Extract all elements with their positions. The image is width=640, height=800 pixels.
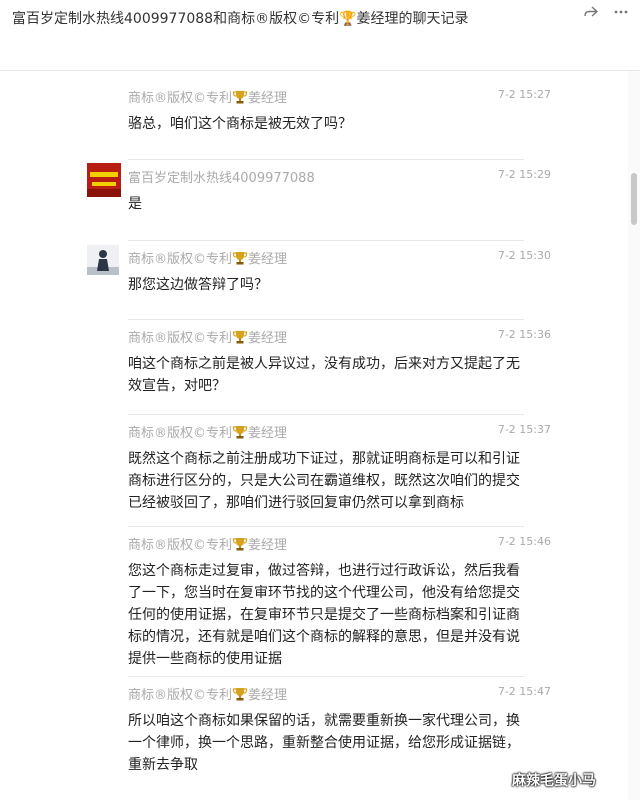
message-divider (128, 240, 524, 241)
message-time: 7-2 15:46 (497, 535, 551, 548)
message-time: 7-2 15:27 (497, 88, 551, 101)
chat-scrollbar[interactable] (628, 71, 640, 800)
window-title: 富百岁定制水热线4009977088和商标®版权©专利🏆姜经理的聊天记录 (12, 11, 469, 27)
trophy-icon (232, 331, 248, 344)
sender-name-suffix: 姜经理 (248, 538, 288, 553)
trophy-icon (232, 252, 248, 265)
sender-name-suffix: 姜经理 (248, 91, 288, 106)
message-text: 那您这边做答辩了吗？ (128, 277, 268, 293)
share-icon[interactable] (582, 4, 600, 22)
trophy-icon (232, 91, 248, 104)
sender-name: 商标®版权©专利 姜经理 (128, 422, 287, 441)
sender-name-suffix: 姜经理 (248, 331, 288, 346)
avatar-customer[interactable] (87, 163, 121, 197)
message-time: 7-2 15:30 (497, 249, 551, 262)
sender-name-suffix: 姜经理 (248, 688, 288, 703)
watermark: 麻辣毛蛋小马 (512, 773, 596, 789)
avatar-image (87, 245, 119, 275)
scrollbar-thumb[interactable] (631, 173, 637, 225)
message-divider (128, 526, 524, 527)
message-time: 7-2 15:47 (497, 685, 551, 698)
message-time: 7-2 15:37 (497, 423, 551, 436)
message-divider (128, 676, 524, 677)
trophy-icon (232, 538, 248, 551)
message-time: 7-2 15:29 (497, 168, 551, 181)
sender-name-suffix: 姜经理 (248, 426, 288, 441)
sender-name: 商标®版权©专利 姜经理 (128, 327, 287, 346)
sender-name-text: 商标®版权©专利 (128, 538, 233, 553)
avatar-image (87, 163, 121, 197)
sender-name-suffix: 姜经理 (248, 252, 288, 267)
sender-name-text: 商标®版权©专利 (128, 426, 233, 441)
message-divider (128, 159, 524, 160)
sender-name: 商标®版权©专利 姜经理 (128, 684, 287, 703)
sender-name: 商标®版权©专利 姜经理 (128, 87, 287, 106)
message-divider (128, 414, 524, 415)
window-titlebar: 富百岁定制水热线4009977088和商标®版权©专利🏆姜经理的聊天记录 (0, 0, 640, 71)
sender-name: 富百岁定制水热线4009977088 (128, 167, 315, 186)
sender-name-text: 商标®版权©专利 (128, 331, 233, 346)
message-text: 咱这个商标之前是被人异议过，没有成功，后来对方又提起了无效宣告，对吧？ (128, 356, 520, 394)
chat-history[interactable]: 商标®版权©专利 姜经理 7-2 15:27 骆总，咱们这个商标是被无效了吗？ 富… (0, 71, 628, 800)
message-divider (128, 319, 524, 320)
trophy-icon (232, 426, 248, 439)
sender-name-text: 商标®版权©专利 (128, 91, 233, 106)
sender-name-text: 商标®版权©专利 (128, 688, 233, 703)
message-text: 既然这个商标之前注册成功下证过，那就证明商标是可以和引证商标进行区分的，只是大公… (128, 451, 520, 511)
trophy-icon (232, 688, 248, 701)
sender-name-text: 富百岁定制水热线4009977088 (128, 171, 315, 186)
sender-name: 商标®版权©专利 姜经理 (128, 248, 287, 267)
avatar-agent[interactable] (87, 245, 119, 275)
more-icon[interactable] (612, 4, 630, 22)
message-text: 骆总，咱们这个商标是被无效了吗？ (128, 116, 352, 132)
sender-name: 商标®版权©专利 姜经理 (128, 534, 287, 553)
message-text: 是 (128, 196, 142, 212)
message-time: 7-2 15:36 (497, 328, 551, 341)
message-text: 所以咱这个商标如果保留的话，就需要重新换一家代理公司，换一个律师，换一个思路，重… (128, 713, 520, 773)
message-text: 您这个商标走过复审，做过答辩，也进行过行政诉讼，然后我看了一下，您当时在复审环节… (128, 563, 520, 667)
sender-name-text: 商标®版权©专利 (128, 252, 233, 267)
